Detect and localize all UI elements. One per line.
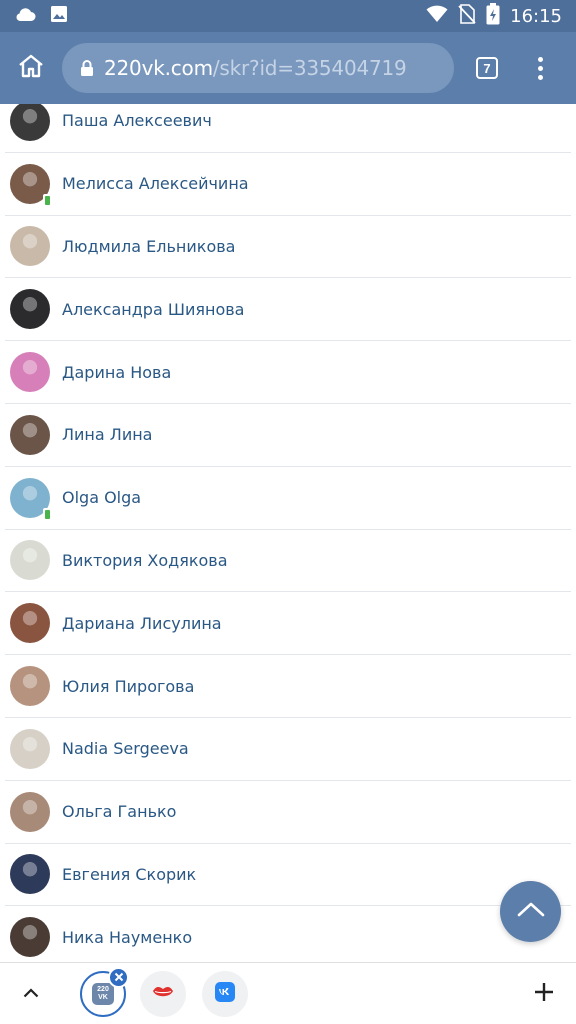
plus-icon bbox=[534, 982, 554, 1007]
url-path: /skr?id=335404719 bbox=[212, 56, 407, 80]
friend-row[interactable]: Александра Шиянова bbox=[5, 278, 571, 342]
friend-name-link[interactable]: Мелисса Алексейчина bbox=[62, 174, 249, 193]
close-icon bbox=[114, 969, 124, 987]
friend-row[interactable]: Olga Olga bbox=[5, 467, 571, 530]
tab-switcher-button[interactable]: 7 bbox=[476, 57, 498, 79]
overflow-menu-button[interactable] bbox=[538, 56, 543, 80]
chevron-up-icon bbox=[23, 985, 39, 1003]
avatar[interactable] bbox=[10, 540, 50, 581]
avatar[interactable] bbox=[10, 728, 50, 769]
cloud-icon bbox=[14, 6, 36, 27]
avatar[interactable] bbox=[10, 104, 50, 141]
friend-name-link[interactable]: Александра Шиянова bbox=[62, 300, 244, 319]
scroll-to-top-button[interactable] bbox=[500, 881, 561, 942]
friend-row[interactable]: Юлия Пирогова bbox=[5, 655, 571, 718]
mobile-online-icon bbox=[43, 193, 52, 207]
vk-logo-icon bbox=[215, 981, 235, 1007]
friends-list-inner: Паша Алексеевич Мелисса Алексейчина Людмил… bbox=[0, 104, 576, 962]
avatar[interactable] bbox=[10, 163, 52, 207]
avatar[interactable] bbox=[10, 226, 50, 267]
friend-row[interactable]: Евгения Скорик bbox=[5, 844, 571, 907]
friend-name-link[interactable]: Ника Науменко bbox=[62, 928, 192, 947]
friend-row[interactable]: Дарина Нова bbox=[5, 341, 571, 404]
tab-lips-site[interactable] bbox=[140, 971, 186, 1017]
friend-name-link[interactable]: Ольга Ганько bbox=[62, 802, 176, 821]
status-bar: 16:15 bbox=[0, 0, 576, 32]
home-button[interactable] bbox=[0, 32, 62, 104]
friend-row[interactable]: Мелисса Алексейчина bbox=[5, 153, 571, 216]
address-bar[interactable]: 220vk.com/skr?id=335404719 bbox=[62, 43, 454, 93]
lock-icon bbox=[80, 59, 94, 77]
220vk-logo-icon: 220 VK bbox=[92, 983, 114, 1005]
bottom-tab-bar: 220 VK bbox=[0, 962, 576, 1024]
friend-name-link[interactable]: Лина Лина bbox=[62, 425, 152, 444]
mobile-online-icon bbox=[43, 507, 52, 521]
friends-list: Паша Алексеевич Мелисса Алексейчина Людмил… bbox=[0, 104, 576, 962]
chevron-up-icon bbox=[517, 901, 545, 922]
friend-row[interactable]: Дариана Лисулина bbox=[5, 592, 571, 656]
friend-row[interactable]: Лина Лина bbox=[5, 404, 571, 467]
avatar[interactable] bbox=[10, 352, 50, 393]
avatar[interactable] bbox=[10, 791, 50, 832]
friend-row[interactable]: Виктория Ходякова bbox=[5, 530, 571, 593]
friend-name-link[interactable]: Людмила Ельникова bbox=[62, 237, 235, 256]
friend-name-link[interactable]: Дарина Нова bbox=[62, 363, 171, 382]
friend-name-link[interactable]: Паша Алексеевич bbox=[62, 111, 212, 130]
friend-row[interactable]: Ника Науменко bbox=[5, 906, 571, 962]
menu-dot bbox=[538, 56, 543, 62]
avatar[interactable] bbox=[10, 917, 50, 958]
menu-dot bbox=[538, 65, 543, 71]
friend-name-link[interactable]: Nadia Sergeeva bbox=[62, 739, 189, 758]
friend-name-link[interactable]: Виктория Ходякова bbox=[62, 551, 228, 570]
browser-toolbar: 220vk.com/skr?id=335404719 7 bbox=[0, 32, 576, 104]
friend-name-link[interactable]: Olga Olga bbox=[62, 488, 141, 507]
friend-name-link[interactable]: Евгения Скорик bbox=[62, 865, 196, 884]
friend-row[interactable]: Ольга Ганько bbox=[5, 781, 571, 844]
url-host: 220vk.com bbox=[104, 56, 213, 80]
tab-count: 7 bbox=[483, 60, 491, 76]
friend-row[interactable]: Паша Алексеевич bbox=[5, 104, 571, 153]
battery-icon bbox=[486, 2, 500, 30]
tab-vk[interactable] bbox=[202, 971, 248, 1017]
avatar[interactable] bbox=[10, 666, 50, 707]
avatar[interactable] bbox=[10, 414, 50, 455]
friend-row[interactable]: Людмила Ельникова bbox=[5, 216, 571, 279]
home-icon bbox=[18, 54, 44, 83]
url-text: 220vk.com/skr?id=335404719 bbox=[104, 56, 407, 80]
friend-row[interactable]: Nadia Sergeeva bbox=[5, 718, 571, 781]
close-tab-button[interactable] bbox=[108, 967, 129, 988]
friend-name-link[interactable]: Юлия Пирогова bbox=[62, 677, 194, 696]
menu-dot bbox=[538, 74, 543, 80]
new-tab-button[interactable] bbox=[526, 971, 562, 1017]
avatar[interactable] bbox=[10, 603, 50, 644]
avatar[interactable] bbox=[10, 477, 52, 521]
avatar[interactable] bbox=[10, 854, 50, 895]
friend-name-link[interactable]: Дариана Лисулина bbox=[62, 614, 222, 633]
no-sim-icon bbox=[458, 3, 476, 29]
status-time: 16:15 bbox=[510, 5, 562, 27]
expand-bar-button[interactable] bbox=[14, 971, 48, 1017]
wifi-icon bbox=[426, 5, 448, 28]
lips-icon bbox=[152, 985, 174, 1004]
avatar[interactable] bbox=[10, 289, 50, 330]
image-icon bbox=[50, 5, 68, 28]
